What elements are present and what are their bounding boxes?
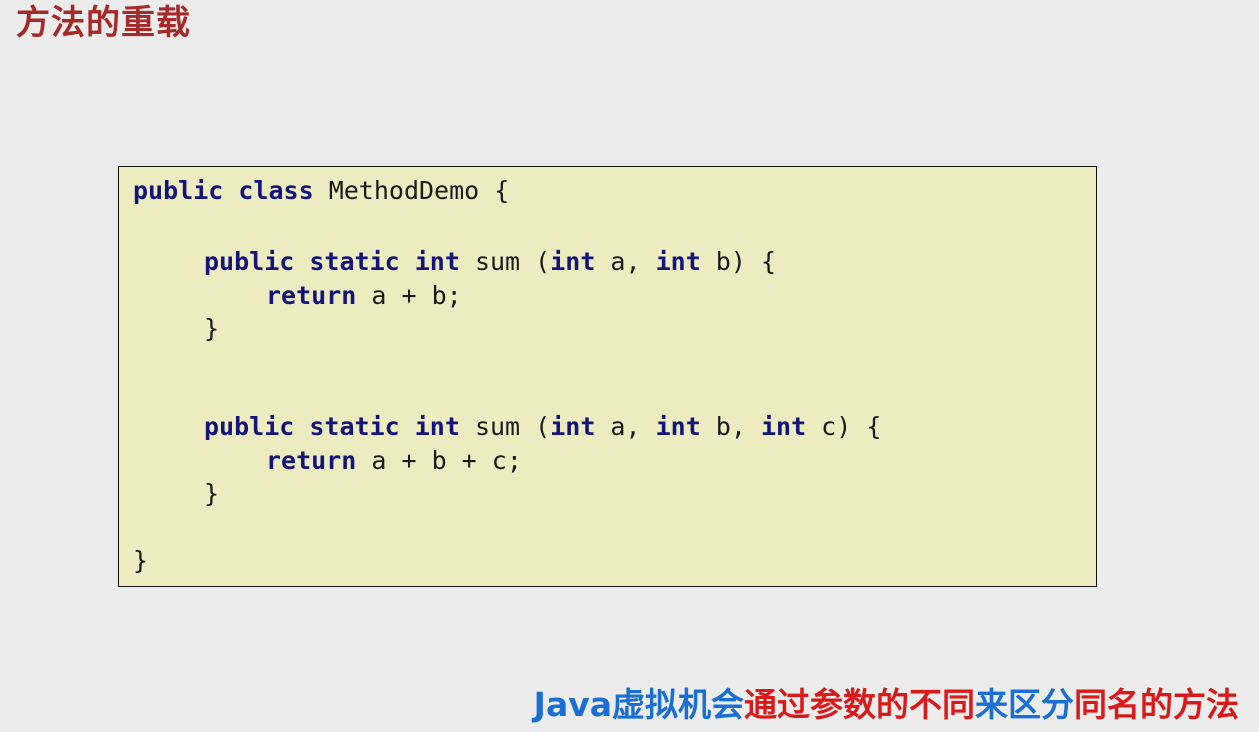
code-text: c) {	[806, 412, 882, 441]
code-keyword: int	[414, 247, 460, 276]
code-line: return a + b;	[266, 281, 462, 311]
caption-segment: 通过参数的	[744, 685, 909, 724]
code-line: }	[204, 314, 219, 344]
code-line: public static int sum (int a, int b, int…	[204, 412, 881, 442]
code-line: }	[133, 546, 148, 576]
code-keyword: return	[266, 281, 357, 310]
code-keyword: public	[204, 247, 295, 276]
code-keyword: static	[309, 247, 400, 276]
code-keyword: public	[204, 412, 295, 441]
code-keyword: int	[550, 247, 596, 276]
code-keyword: return	[266, 446, 357, 475]
code-keyword: int	[550, 412, 596, 441]
code-text: a,	[595, 247, 656, 276]
caption: Java虚拟机会通过参数的不同来区分同名的方法	[534, 684, 1239, 726]
code-keyword: static	[309, 412, 400, 441]
caption-segment: Java虚拟机会	[533, 685, 744, 724]
code-line: }	[204, 479, 219, 509]
code-keyword: int	[655, 412, 701, 441]
caption-segment: 不同	[909, 685, 975, 724]
caption-segment: 同名的方法	[1074, 685, 1239, 724]
code-line: public static int sum (int a, int b) {	[204, 247, 776, 277]
code-text: sum (	[459, 247, 551, 276]
code-keyword: class	[238, 176, 314, 205]
code-line: return a + b + c;	[266, 446, 522, 476]
code-line: public class MethodDemo {	[133, 176, 509, 206]
code-text: MethodDemo {	[313, 176, 510, 205]
code-keyword: int	[760, 412, 807, 441]
code-text: a + b;	[356, 281, 462, 310]
code-text: }	[133, 546, 149, 575]
code-text: b,	[700, 412, 761, 441]
code-keyword: int	[414, 412, 460, 441]
code-text: }	[204, 479, 220, 508]
caption-segment: 来区分	[975, 685, 1074, 724]
code-keyword: public	[133, 176, 224, 205]
code-block: public class MethodDemo { public static …	[118, 166, 1097, 587]
code-text: b) {	[700, 247, 777, 276]
code-text: a + b + c;	[356, 446, 522, 475]
code-keyword: int	[655, 247, 701, 276]
page-title: 方法的重载	[16, 3, 191, 43]
code-text: a,	[595, 412, 656, 441]
code-text: sum (	[459, 412, 551, 441]
code-text: }	[204, 314, 220, 343]
